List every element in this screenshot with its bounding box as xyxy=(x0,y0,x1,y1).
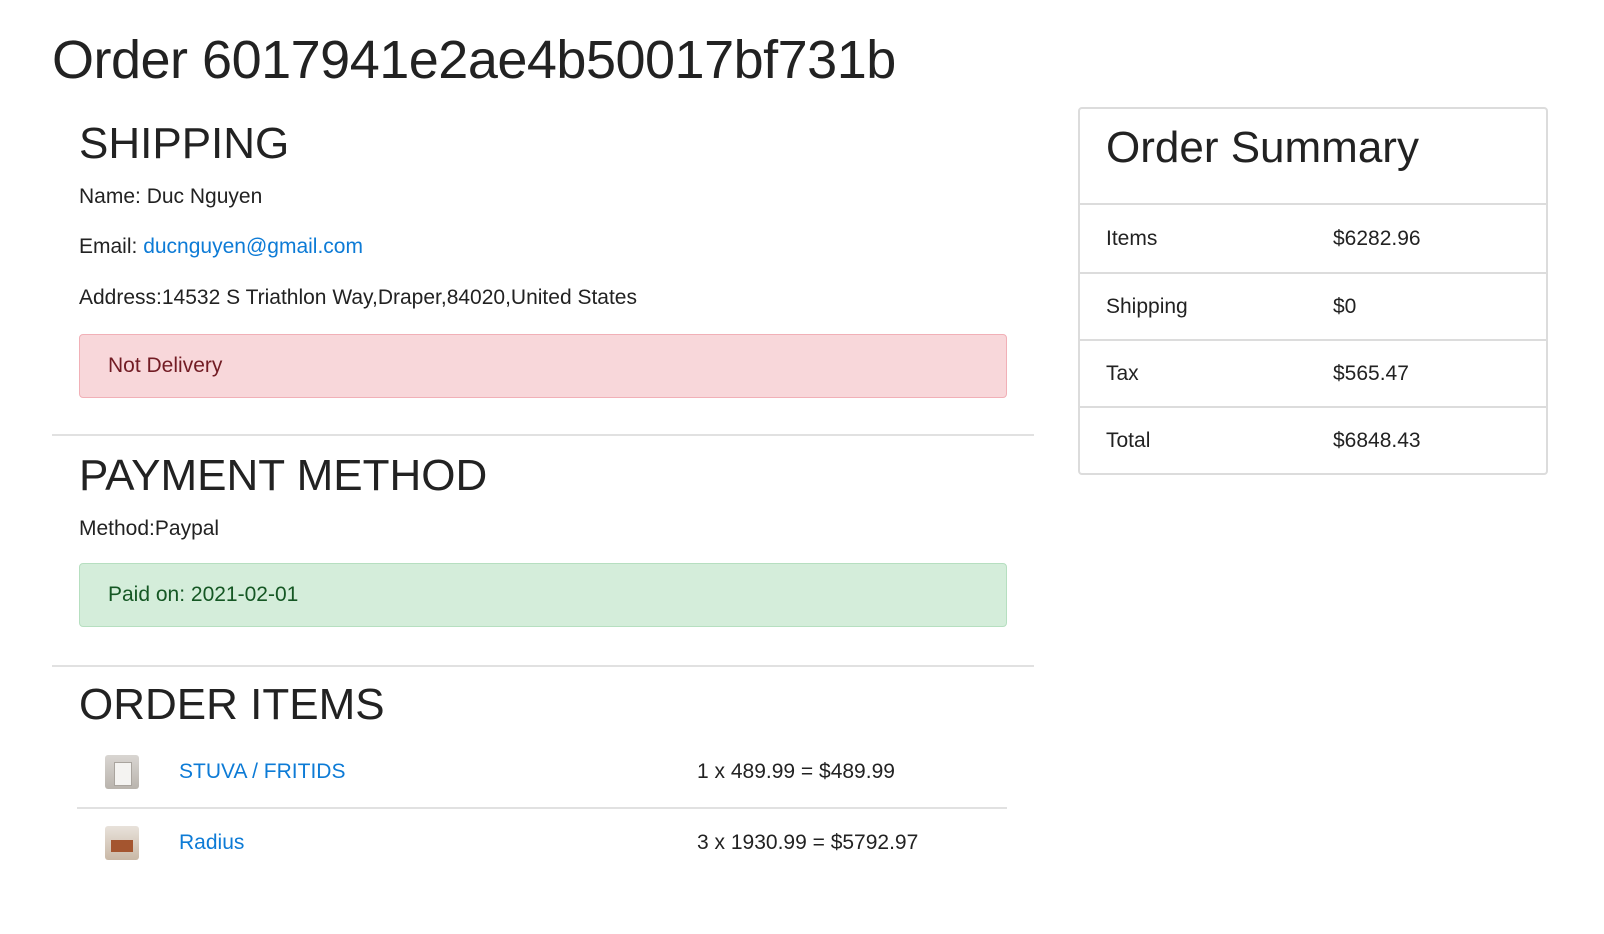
order-items-heading: ORDER ITEMS xyxy=(79,679,385,729)
address-label: Address: xyxy=(79,285,162,309)
summary-value: $565.47 xyxy=(1333,361,1409,385)
summary-label: Tax xyxy=(1106,361,1139,385)
item-name-link[interactable]: STUVA / FRITIDS xyxy=(179,760,697,784)
summary-value: $6282.96 xyxy=(1333,226,1421,250)
delivery-status-text: Not Delivery xyxy=(108,353,223,377)
summary-label: Items xyxy=(1106,226,1158,250)
address-value: 14532 S Triathlon Way,Draper,84020,Unite… xyxy=(161,285,637,309)
order-details: SHIPPING Name: Duc Nguyen Email: ducnguy… xyxy=(52,108,1034,877)
list-item: STUVA / FRITIDS 1 x 489.99 = $489.99 xyxy=(77,737,1007,807)
email-label: Email: xyxy=(79,234,138,258)
shipping-name: Name: Duc Nguyen xyxy=(79,185,1007,209)
summary-row-tax: Tax $565.47 xyxy=(1080,339,1546,406)
payment-status-alert: Paid on: 2021-02-01 xyxy=(79,562,1007,627)
item-price-line: 1 x 489.99 = $489.99 xyxy=(697,760,895,784)
method-value: Paypal xyxy=(154,516,220,540)
order-items-section: ORDER ITEMS xyxy=(52,667,1034,732)
payment-heading: PAYMENT METHOD xyxy=(79,450,488,500)
payment-section: PAYMENT METHOD Method:Paypal Paid on: 20… xyxy=(52,436,1034,627)
shipping-section: SHIPPING Name: Duc Nguyen Email: ducnguy… xyxy=(52,108,1034,398)
summary-value: $6848.43 xyxy=(1333,428,1421,452)
order-summary-card: Order Summary Items $6282.96 Shipping $0… xyxy=(1078,107,1548,475)
item-thumb-cell xyxy=(77,755,179,790)
item-name-link[interactable]: Radius xyxy=(179,831,697,855)
summary-row-items: Items $6282.96 xyxy=(1080,205,1546,272)
name-label: Name: xyxy=(79,184,141,208)
list-item: Radius 3 x 1930.99 = $5792.97 xyxy=(77,807,1007,877)
shipping-email: Email: ducnguyen@gmail.com xyxy=(79,235,1007,259)
shipping-heading: SHIPPING xyxy=(79,119,290,168)
shipping-address: Address:14532 S Triathlon Way,Draper,840… xyxy=(79,286,1007,310)
email-link[interactable]: ducnguyen@gmail.com xyxy=(143,235,363,258)
page-title: Order 6017941e2ae4b50017bf731b xyxy=(52,30,896,90)
crib-product-image xyxy=(105,755,139,790)
summary-value: $0 xyxy=(1333,294,1357,318)
summary-row-shipping: Shipping $0 xyxy=(1080,272,1546,339)
delivery-status-alert: Not Delivery xyxy=(79,333,1007,398)
payment-status-text: Paid on: 2021-02-01 xyxy=(108,582,299,606)
summary-label: Shipping xyxy=(1106,294,1188,318)
order-items-list: STUVA / FRITIDS 1 x 489.99 = $489.99 Rad… xyxy=(77,737,1007,877)
method-label: Method: xyxy=(79,516,155,540)
room-product-image xyxy=(105,826,139,861)
order-summary-title: Order Summary xyxy=(1080,109,1546,205)
name-value: Duc Nguyen xyxy=(146,184,263,208)
item-thumb-cell xyxy=(77,826,179,861)
payment-method: Method:Paypal xyxy=(79,517,1007,541)
summary-row-total: Total $6848.43 xyxy=(1080,406,1546,473)
item-price-line: 3 x 1930.99 = $5792.97 xyxy=(697,831,919,855)
summary-label: Total xyxy=(1106,428,1151,452)
